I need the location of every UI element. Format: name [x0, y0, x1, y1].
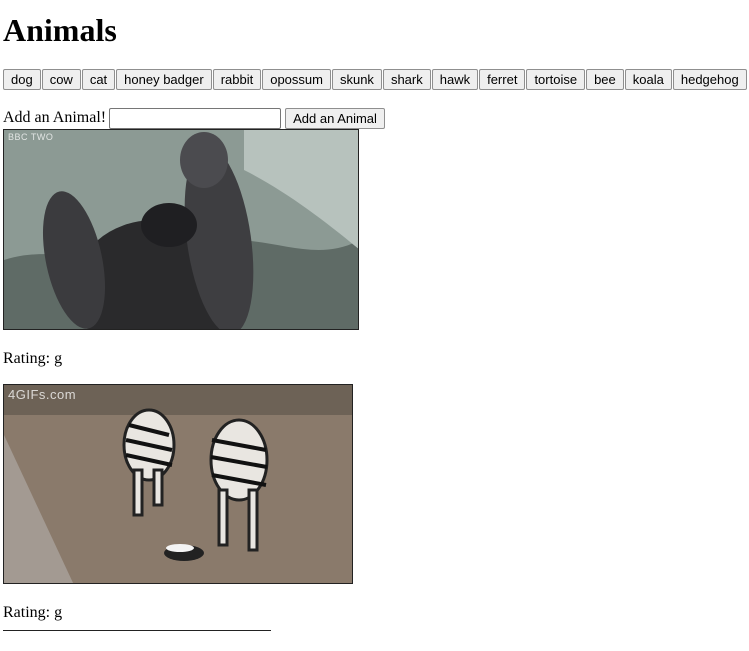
animal-button-honey-badger[interactable]: honey badger: [116, 69, 212, 90]
gif-watermark-1: BBC TWO: [8, 132, 54, 142]
animal-button-cat[interactable]: cat: [81, 69, 116, 90]
animal-button-dog[interactable]: dog: [3, 69, 41, 90]
animal-button-koala[interactable]: koala: [624, 69, 672, 90]
honey-badger-image: [4, 130, 358, 329]
gif-image-1: BBC TWO: [3, 129, 359, 330]
animal-button-ferret[interactable]: ferret: [479, 69, 526, 90]
animal-button-shark[interactable]: shark: [382, 69, 431, 90]
add-animal-label: Add an Animal!: [3, 109, 107, 126]
gif-watermark-2: 4GIFs.com: [8, 387, 77, 402]
animal-button-hedgehog[interactable]: hedgehog: [672, 69, 747, 90]
add-animal-button[interactable]: Add an Animal: [285, 107, 385, 129]
animal-button-skunk[interactable]: skunk: [331, 69, 382, 90]
page-title: Animals: [3, 12, 117, 48]
animal-button-cow[interactable]: cow: [41, 69, 81, 90]
rating-label-2: Rating: g: [3, 604, 63, 621]
animal-button-opossum[interactable]: opossum: [262, 69, 331, 90]
page: Animals dog cow cat honey badger rabbit …: [0, 12, 749, 631]
animal-button-bee[interactable]: bee: [586, 69, 624, 90]
add-animal-form: Add an Animal! Add an Animal: [3, 107, 749, 129]
add-animal-input[interactable]: [109, 107, 282, 129]
animal-button-hawk[interactable]: hawk: [431, 69, 479, 90]
animal-button-row: dog cow cat honey badger rabbit opossum …: [3, 69, 749, 91]
next-gif-top-edge: [3, 630, 271, 631]
animal-button-tortoise[interactable]: tortoise: [526, 69, 586, 90]
animal-button-rabbit[interactable]: rabbit: [212, 69, 262, 90]
zebras-honey-badger-image: [4, 385, 352, 583]
gif-image-2: 4GIFs.com: [3, 384, 353, 584]
rating-label-1: Rating: g: [3, 350, 63, 367]
